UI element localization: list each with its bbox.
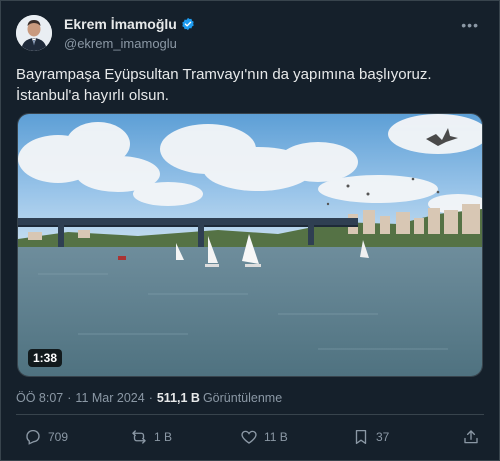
tweet-time[interactable]: ÖÖ 8:07 bbox=[16, 391, 63, 405]
action-bar: 709 1 B 11 B 37 bbox=[16, 428, 484, 450]
name-row: Ekrem İmamoğlu bbox=[64, 15, 195, 33]
reply-count: 709 bbox=[48, 430, 69, 444]
retweet-icon bbox=[132, 430, 146, 444]
video-player[interactable]: 1:38 bbox=[17, 113, 483, 377]
tweet-header: Ekrem İmamoğlu @ekrem_imamoglu bbox=[16, 15, 195, 51]
verified-badge-icon bbox=[182, 17, 194, 31]
bookmark-button[interactable]: 37 bbox=[352, 428, 389, 446]
views-label: Görüntülenme bbox=[202, 391, 283, 405]
author-names: Ekrem İmamoğlu @ekrem_imamoglu bbox=[64, 15, 195, 51]
video-thumbnail bbox=[18, 114, 482, 376]
divider bbox=[16, 414, 484, 415]
reply-button[interactable]: 709 bbox=[24, 428, 68, 446]
bookmark-count: 37 bbox=[376, 430, 390, 444]
tweet-meta: ÖÖ 8:07 · 11 Mar 2024 · 511,1 B Görüntül… bbox=[16, 391, 282, 405]
video-duration-badge: 1:38 bbox=[28, 349, 63, 367]
retweet-count: 1 B bbox=[154, 430, 173, 444]
meta-separator: · bbox=[67, 391, 72, 405]
reply-icon bbox=[26, 429, 40, 445]
views-count: 511,1 B bbox=[156, 391, 200, 405]
avatar[interactable] bbox=[16, 15, 52, 51]
tweet-text: Bayrampaşa Eyüpsultan Tramvayı'nın da ya… bbox=[16, 66, 432, 104]
share-icon bbox=[464, 430, 478, 444]
share-button[interactable] bbox=[462, 428, 486, 446]
heart-icon bbox=[241, 430, 257, 444]
bookmark-icon bbox=[355, 429, 367, 445]
retweet-button[interactable]: 1 B bbox=[130, 428, 172, 446]
tweet-date[interactable]: 11 Mar 2024 bbox=[75, 391, 144, 405]
tweet-card: Ekrem İmamoğlu @ekrem_imamoglu ••• Bayra… bbox=[0, 0, 500, 461]
like-count: 11 B bbox=[264, 430, 288, 444]
author-display-name[interactable]: Ekrem İmamoğlu bbox=[64, 16, 177, 32]
like-button[interactable]: 11 B bbox=[240, 428, 288, 446]
author-handle[interactable]: @ekrem_imamoglu bbox=[64, 36, 195, 51]
more-options-icon[interactable]: ••• bbox=[461, 17, 479, 33]
meta-separator: · bbox=[148, 391, 153, 405]
